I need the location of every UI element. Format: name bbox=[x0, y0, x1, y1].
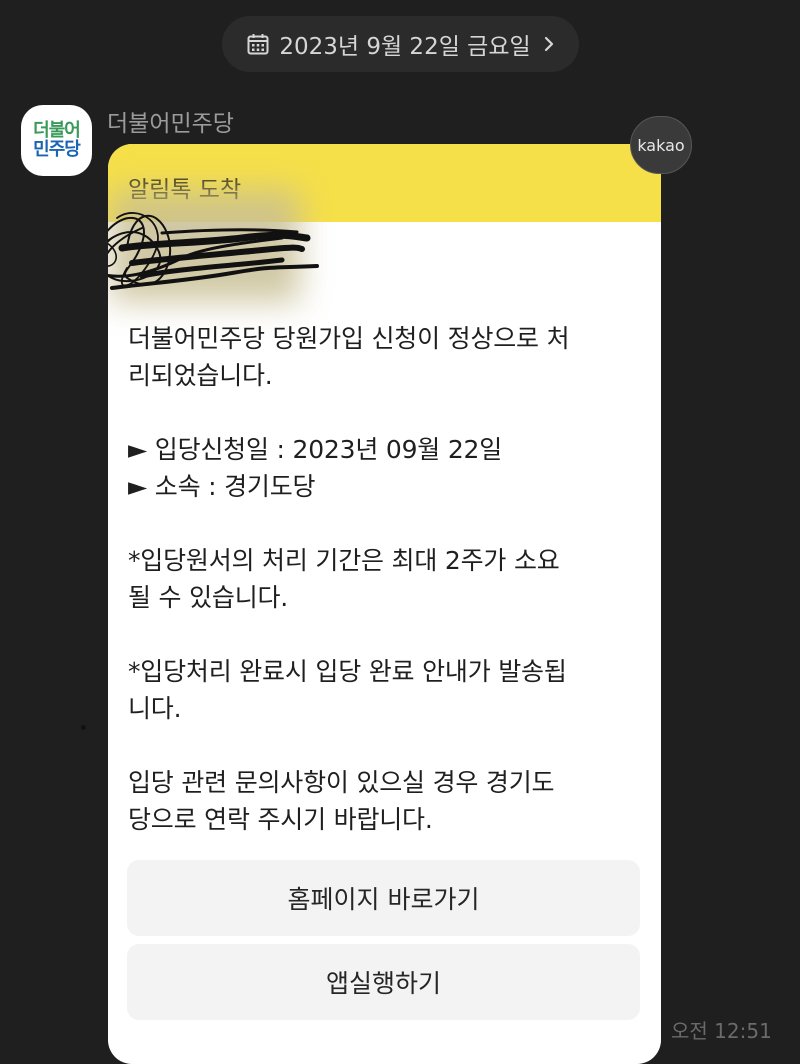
stray-dot bbox=[81, 725, 86, 730]
kakao-badge: kakao bbox=[630, 116, 692, 174]
body-line: 더불어민주당 당원가입 신청이 정상으로 처 bbox=[128, 324, 570, 353]
date-header[interactable]: 2023년 9월 22일 금요일 bbox=[222, 16, 579, 72]
message-header-title: 알림톡 도착 bbox=[128, 177, 242, 203]
body-line: 니다. bbox=[128, 694, 182, 723]
body-line: 당으로 연락 주시기 바랍니다. bbox=[128, 805, 433, 834]
body-line: 리되었습니다. bbox=[128, 361, 273, 390]
message-header: 알림톡 도착 bbox=[108, 144, 661, 222]
message-timestamp: 오전 12:51 bbox=[671, 1019, 772, 1043]
homepage-button[interactable]: 홈페이지 바로가기 bbox=[127, 860, 640, 936]
message-body: 더불어민주당 당원가입 신청이 정상으로 처 리되었습니다. ► 입당신청일 :… bbox=[128, 320, 643, 875]
avatar-text-bottom: 민주당 bbox=[33, 138, 81, 160]
calendar-icon bbox=[246, 32, 270, 56]
body-line: 될 수 있습니다. bbox=[128, 583, 289, 612]
avatar[interactable]: 더불어 민주당 bbox=[21, 105, 92, 176]
homepage-button-label: 홈페이지 바로가기 bbox=[287, 885, 480, 914]
body-line: 입당 관련 문의사항이 있으실 경우 경기도 bbox=[128, 768, 555, 797]
chevron-right-icon bbox=[543, 35, 555, 53]
open-app-button[interactable]: 앱실행하기 bbox=[127, 944, 640, 1020]
body-line: *입당처리 완료시 입당 완료 안내가 발송됩 bbox=[128, 657, 567, 686]
avatar-text-top: 더불어 bbox=[33, 120, 81, 142]
affiliation-line: ► 소속 : 경기도당 bbox=[128, 472, 316, 501]
join-date-line: ► 입당신청일 : 2023년 09월 22일 bbox=[128, 435, 503, 464]
sender-name: 더불어민주당 bbox=[107, 111, 234, 137]
open-app-button-label: 앱실행하기 bbox=[325, 969, 441, 998]
date-label: 2023년 9월 22일 금요일 bbox=[279, 34, 531, 60]
body-line: *입당원서의 처리 기간은 최대 2주가 소요 bbox=[128, 546, 560, 575]
alimtalk-message-card: 알림톡 도착 더불어민주당 당원가입 신청이 정상으로 처 리되었습니다. ► … bbox=[108, 144, 661, 1064]
